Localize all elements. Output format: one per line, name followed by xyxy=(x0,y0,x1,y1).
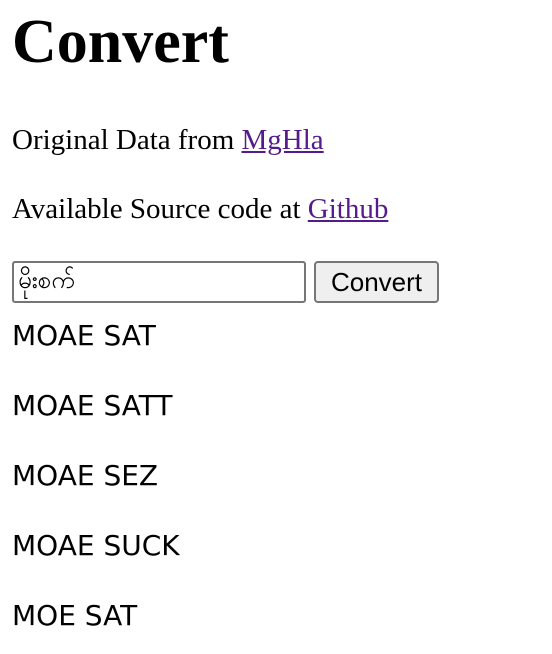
result-item: MOAE SAT xyxy=(12,319,156,352)
github-link[interactable]: Github xyxy=(308,193,389,225)
convert-button[interactable]: Convert xyxy=(314,261,439,303)
source-code-prefix: Available Source code at xyxy=(12,193,308,225)
convert-form: Convert xyxy=(12,260,439,304)
result-item: MOAE SUCK xyxy=(12,529,180,562)
page: Convert Original Data from MgHla Availab… xyxy=(0,0,552,654)
result-item: MOAE SEZ xyxy=(12,459,159,492)
source-code-line: Available Source code at Github xyxy=(12,191,388,227)
results-list: MOAE SAT MOAE SATT MOAE SEZ MOAE SUCK MO… xyxy=(12,318,180,654)
original-data-prefix: Original Data from xyxy=(12,124,242,156)
result-item: MOAE SATT xyxy=(12,389,173,422)
page-title: Convert xyxy=(12,8,229,76)
result-item: MOE SAT xyxy=(12,599,138,632)
original-data-line: Original Data from MgHla xyxy=(12,122,324,158)
convert-input[interactable] xyxy=(12,261,306,303)
mghla-link[interactable]: MgHla xyxy=(242,124,324,156)
